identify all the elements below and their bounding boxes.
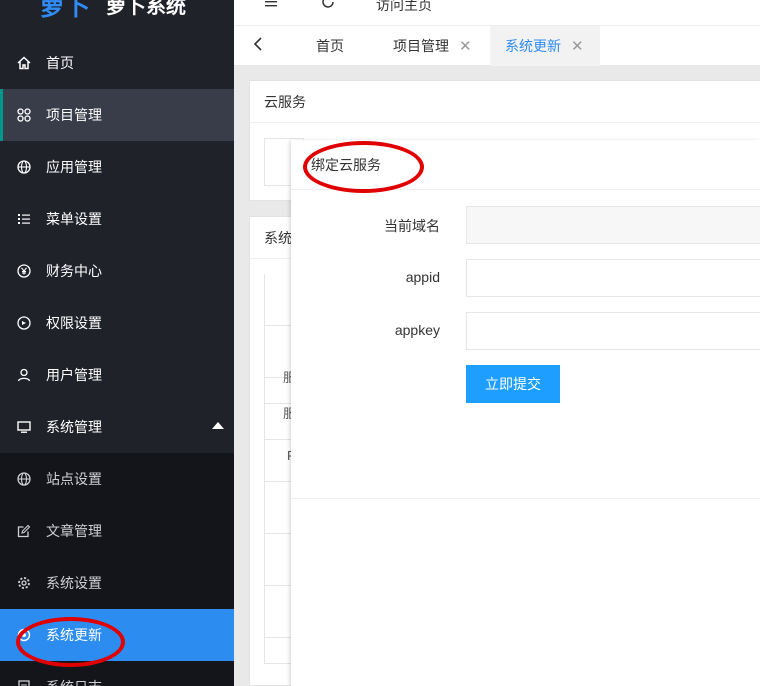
globe-icon [16,159,32,175]
brand-name: 萝卜系统 [106,0,186,18]
monitor-icon [16,419,32,435]
sidebar-item-label: 站点设置 [46,471,102,487]
user-icon [16,367,32,383]
sidebar-item-articles[interactable]: 文章管理 [0,505,234,557]
table-row [264,482,294,534]
form-row-appkey: appkey [291,312,760,350]
sidebar-item-home[interactable]: 首页 [0,37,234,89]
sidebar: 萝卜 萝卜系统 首页 项目管理 应用管理 菜单设置 财务中心 权限设置 用户管理… [0,0,234,686]
bind-cloud-modal: 绑定云服务 当前域名 appid appkey 立即提交 [291,140,760,686]
sidebar-item-apps[interactable]: 应用管理 [0,141,234,193]
sidebar-item-label: 系统设置 [46,575,102,591]
gear-icon [16,575,32,591]
yen-icon [16,263,32,279]
tab-label: 系统更新 [505,38,561,54]
refresh-icon[interactable] [320,0,336,15]
current-domain-input[interactable] [466,206,760,244]
visit-home-link[interactable]: 访问主页 [376,0,432,15]
chevron-up-icon [212,422,224,429]
modal-title: 绑定云服务 [291,140,760,190]
appid-input[interactable] [466,259,760,297]
sidebar-nav: 首页 项目管理 应用管理 菜单设置 财务中心 权限设置 用户管理 系统管理 站点… [0,37,234,686]
brand-mark: 萝卜 [40,0,92,21]
tab-label: 项目管理 [393,38,449,54]
tab-bar: 首页 项目管理 ✕ 系统更新 ✕ [234,26,760,66]
field-label: appid [405,269,440,285]
form-row-domain: 当前域名 [291,206,760,244]
table-row [264,274,294,326]
card-title: 云服务 [250,81,760,123]
sidebar-item-system-update[interactable]: 系统更新 [0,609,234,661]
sidebar-item-users[interactable]: 用户管理 [0,349,234,401]
sidebar-item-projects[interactable]: 项目管理 [0,89,234,141]
submit-button[interactable]: 立即提交 [466,365,560,403]
field-label: appkey [394,322,440,338]
sidebar-item-label: 文章管理 [46,523,102,539]
tab-home[interactable]: 首页 [316,26,344,66]
appkey-input[interactable] [466,312,760,350]
sidebar-item-label: 应用管理 [46,159,102,175]
sidebar-item-label: 系统更新 [46,627,102,643]
sidebar-item-label: 系统管理 [46,419,102,435]
sidebar-item-site-settings[interactable]: 站点设置 [0,453,234,505]
top-header: 访问主页 [234,0,760,26]
edit-icon [16,523,32,539]
tab-system-update[interactable]: 系统更新 ✕ [490,26,600,66]
table-row [264,534,294,586]
sidebar-item-label: 菜单设置 [46,211,102,227]
table-row: P [264,430,294,482]
list-icon [16,211,32,227]
sidebar-item-label: 首页 [46,55,74,71]
brand-logo[interactable]: 萝卜 萝卜系统 [0,0,234,22]
modal-divider [291,498,760,499]
sidebar-item-label: 用户管理 [46,367,102,383]
sidebar-item-permissions[interactable]: 权限设置 [0,297,234,349]
sidebar-item-label: 系统日志 [46,677,102,686]
globe-icon [16,471,32,487]
sidebar-item-system-log[interactable]: 系统日志 [0,661,234,686]
field-label: 当前域名 [384,218,440,234]
circle-icon [16,627,32,643]
tab-label: 首页 [316,38,344,54]
chevron-left-icon[interactable] [252,36,264,57]
sidebar-item-label: 权限设置 [46,315,102,331]
close-icon[interactable]: ✕ [571,37,584,55]
home-icon [16,55,32,71]
sidebar-item-finance[interactable]: 财务中心 [0,245,234,297]
system-submenu: 站点设置 文章管理 系统设置 系统更新 [0,453,234,686]
grid-icon [16,107,32,123]
sidebar-item-system-settings[interactable]: 系统设置 [0,557,234,609]
tab-projects[interactable]: 项目管理 ✕ [393,26,472,66]
doc-icon [16,679,32,686]
form-row-appid: appid [291,259,760,297]
menu-icon[interactable] [264,0,278,13]
sidebar-item-label: 项目管理 [46,107,102,123]
sidebar-item-system[interactable]: 系统管理 [0,401,234,453]
close-icon[interactable]: ✕ [459,37,472,55]
table-row [264,612,294,664]
clock-icon [16,315,32,331]
sidebar-item-menu-settings[interactable]: 菜单设置 [0,193,234,245]
sidebar-item-label: 财务中心 [46,263,102,279]
